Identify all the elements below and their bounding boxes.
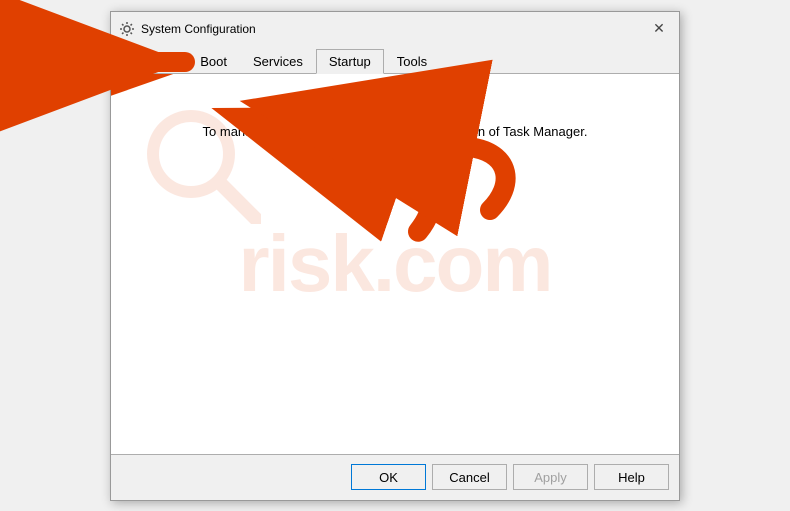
watermark-logo — [141, 104, 261, 227]
footer: OK Cancel Apply Help — [111, 454, 679, 500]
window-title: System Configuration — [141, 22, 256, 36]
ok-button[interactable]: OK — [351, 464, 426, 490]
tab-services[interactable]: Services — [240, 49, 316, 74]
tab-general[interactable]: General — [115, 49, 187, 74]
gear-icon — [119, 21, 135, 37]
title-bar-left: System Configuration — [119, 21, 256, 37]
content-area: risk.com To manage startup items, use th… — [111, 74, 679, 454]
help-button[interactable]: Help — [594, 464, 669, 490]
open-task-manager-link[interactable]: Open Task Manager — [337, 159, 454, 174]
apply-button[interactable]: Apply — [513, 464, 588, 490]
tab-startup[interactable]: Startup — [316, 49, 384, 74]
tab-boot[interactable]: Boot — [187, 49, 240, 74]
tab-bar: General Boot Services Startup Tools — [111, 44, 679, 74]
title-bar: System Configuration ✕ — [111, 12, 679, 44]
close-button[interactable]: ✕ — [647, 17, 671, 41]
system-configuration-window: System Configuration ✕ General Boot Serv… — [110, 11, 680, 501]
startup-info-text: To manage startup items, use the Startup… — [203, 124, 588, 139]
cancel-button[interactable]: Cancel — [432, 464, 507, 490]
tab-tools[interactable]: Tools — [384, 49, 440, 74]
watermark-text: risk.com — [238, 218, 551, 310]
